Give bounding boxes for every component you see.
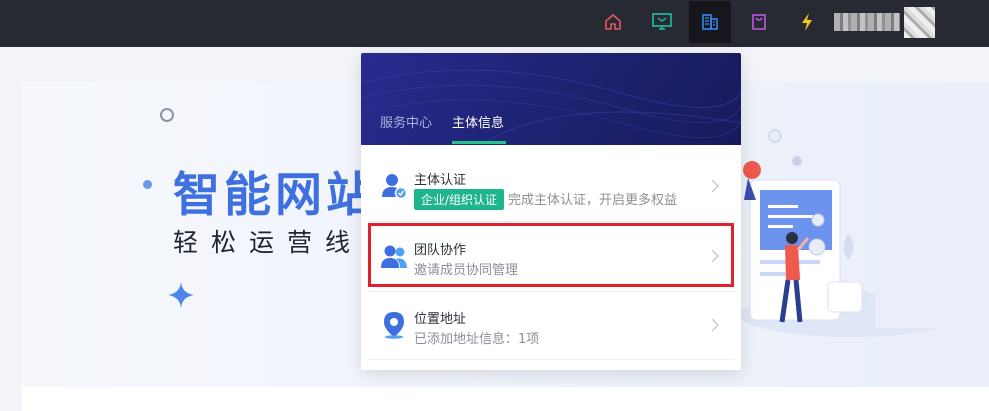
home-icon[interactable] <box>592 1 634 43</box>
location-pin-icon <box>381 311 407 339</box>
tab-entity-info[interactable]: 主体信息 <box>452 112 504 131</box>
hero-title: 智能网站 <box>173 168 377 223</box>
user-check-icon <box>381 172 408 200</box>
bag-icon[interactable] <box>738 1 780 43</box>
divider <box>368 221 734 222</box>
decor-circle-icon <box>160 108 174 122</box>
sparkle-icon <box>168 282 194 312</box>
tab-service-center[interactable]: 服务中心 <box>380 112 432 131</box>
divider <box>368 291 734 292</box>
item-description: 已添加地址信息：1项 <box>414 332 540 347</box>
item-title: 位置地址 <box>414 312 467 327</box>
monitor-icon[interactable] <box>641 1 683 43</box>
verification-badge: 企业/组织认证 <box>414 189 505 210</box>
user-name-redacted[interactable] <box>834 13 900 31</box>
chevron-right-icon <box>710 317 720 332</box>
entity-info-popup: 服务中心 主体信息 主体认证 企业/组织认证 完成主体认证，开启更多权益 团队协作… <box>361 53 741 370</box>
building-icon[interactable] <box>689 1 731 43</box>
popup-header: 服务中心 主体信息 <box>361 53 741 145</box>
divider <box>368 359 734 360</box>
chevron-right-icon <box>710 178 720 193</box>
decor-dot-icon <box>143 180 152 189</box>
menu-item-entity-verification[interactable]: 主体认证 企业/组织认证 完成主体认证，开启更多权益 <box>368 154 734 220</box>
hero-illustration <box>730 110 960 345</box>
hero-subtitle: 轻松运营线 <box>173 228 364 257</box>
content-area <box>22 387 989 411</box>
top-nav-bar <box>0 0 989 47</box>
avatar[interactable] <box>904 7 935 38</box>
active-tab-indicator <box>452 141 506 144</box>
menu-item-location-address[interactable]: 位置地址 已添加地址信息：1项 <box>368 293 734 359</box>
highlight-box <box>368 223 734 287</box>
item-title: 主体认证 <box>414 173 467 188</box>
lightning-icon[interactable] <box>786 1 828 43</box>
item-description: 企业/组织认证 完成主体认证，开启更多权益 <box>414 189 677 210</box>
